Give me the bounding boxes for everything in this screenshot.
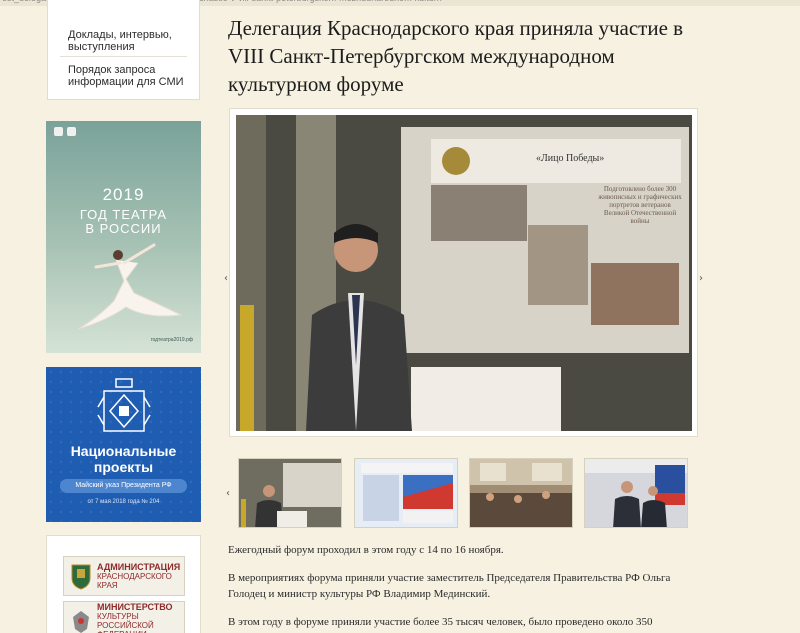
slide-screen-title: «Лицо Победы» xyxy=(536,153,605,164)
thumbnail-strip xyxy=(238,458,688,528)
banner-decree-pill: Майский указ Президента РФ xyxy=(60,479,187,493)
thumbnail-2-image xyxy=(355,459,457,527)
slider-prev-arrow[interactable]: ‹ xyxy=(221,272,231,286)
link-ministry-line1: МИНИСТЕРСТВО xyxy=(97,602,173,612)
thumbnail-3[interactable] xyxy=(469,458,573,528)
thumbnail-3-image xyxy=(470,459,572,527)
banner-year: 2019 xyxy=(102,185,145,204)
banner-line-2: В РОССИИ xyxy=(85,221,162,236)
sidebar-divider xyxy=(60,56,187,57)
sidebar-item-reports[interactable]: Доклады, интервью, выступления xyxy=(48,29,199,53)
ballerina-illustration xyxy=(77,243,183,330)
banner-line-1: ГОД ТЕАТРА xyxy=(79,207,168,222)
article-title: Делегация Краснодарского края приняла уч… xyxy=(228,16,684,96)
banner-year-of-theatre[interactable]: 2019 ГОД ТЕАТРА В РОССИИ годтеатра2019.р… xyxy=(46,121,201,353)
krasnodar-crest-icon xyxy=(97,378,151,432)
banner-title-2: проекты xyxy=(93,459,154,475)
article-paragraph-2: В мероприятиях форума приняли участие за… xyxy=(228,572,671,600)
krasnodar-emblem-icon xyxy=(71,564,91,590)
slide-screen-text: Подготовлено более 300 живописных и граф… xyxy=(598,185,682,225)
emblem-icon xyxy=(54,127,63,136)
link-ministry-line3: РОССИЙСКОЙ ФЕДЕРАЦИИ xyxy=(97,621,154,633)
link-admin-line1: АДМИНИСТРАЦИЯ xyxy=(97,561,181,572)
photo-slider: «Лицо Победы» Подготовлено более 300 жив… xyxy=(229,108,698,437)
slider-next-arrow[interactable]: › xyxy=(696,272,706,286)
link-admin-line2: КРАСНОДАРСКОГО xyxy=(97,571,172,581)
ministry-logo-icon xyxy=(67,127,76,136)
thumbnail-4[interactable] xyxy=(584,458,688,528)
banner-logos xyxy=(54,127,76,136)
link-ministry-of-culture[interactable]: МИНИСТЕРСТВО КУЛЬТУРЫ РОССИЙСКОЙ ФЕДЕРАЦ… xyxy=(63,601,185,633)
banner-url: годтеатра2019.рф xyxy=(150,337,193,343)
thumbnail-1-image xyxy=(239,459,341,527)
article-paragraph-3: В этом году в форуме приняли участие бол… xyxy=(228,616,697,633)
thumbnail-2[interactable] xyxy=(354,458,458,528)
link-admin-line3: КРАЯ xyxy=(97,580,118,590)
sidebar-links: АДМИНИСТРАЦИЯ КРАСНОДАРСКОГО КРАЯ МИНИСТ… xyxy=(46,535,201,633)
sidebar-menu: Доклады, интервью, выступления Порядок з… xyxy=(47,0,200,100)
russia-eagle-icon xyxy=(73,611,89,633)
thumbnail-4-image xyxy=(585,459,687,527)
slide-photo xyxy=(236,115,692,431)
thumbnail-1[interactable] xyxy=(238,458,342,528)
article-paragraph-1: Ежегодный форум проходил в этом году с 1… xyxy=(228,544,504,556)
slide-image[interactable]: «Лицо Победы» Подготовлено более 300 жив… xyxy=(236,115,692,431)
banner-national-projects[interactable]: Национальные проекты Майский указ Презид… xyxy=(46,367,201,522)
banner-decree-date: от 7 мая 2018 года № 204 xyxy=(87,499,160,505)
thumbs-prev-arrow[interactable]: ‹ xyxy=(223,487,233,501)
link-krasnodar-administration[interactable]: АДМИНИСТРАЦИЯ КРАСНОДАРСКОГО КРАЯ xyxy=(63,556,185,596)
sidebar-item-media-requests[interactable]: Порядок запроса информации для СМИ xyxy=(48,64,199,88)
link-ministry-line2: КУЛЬТУРЫ xyxy=(97,612,139,621)
banner-title-1: Национальные xyxy=(70,443,177,459)
